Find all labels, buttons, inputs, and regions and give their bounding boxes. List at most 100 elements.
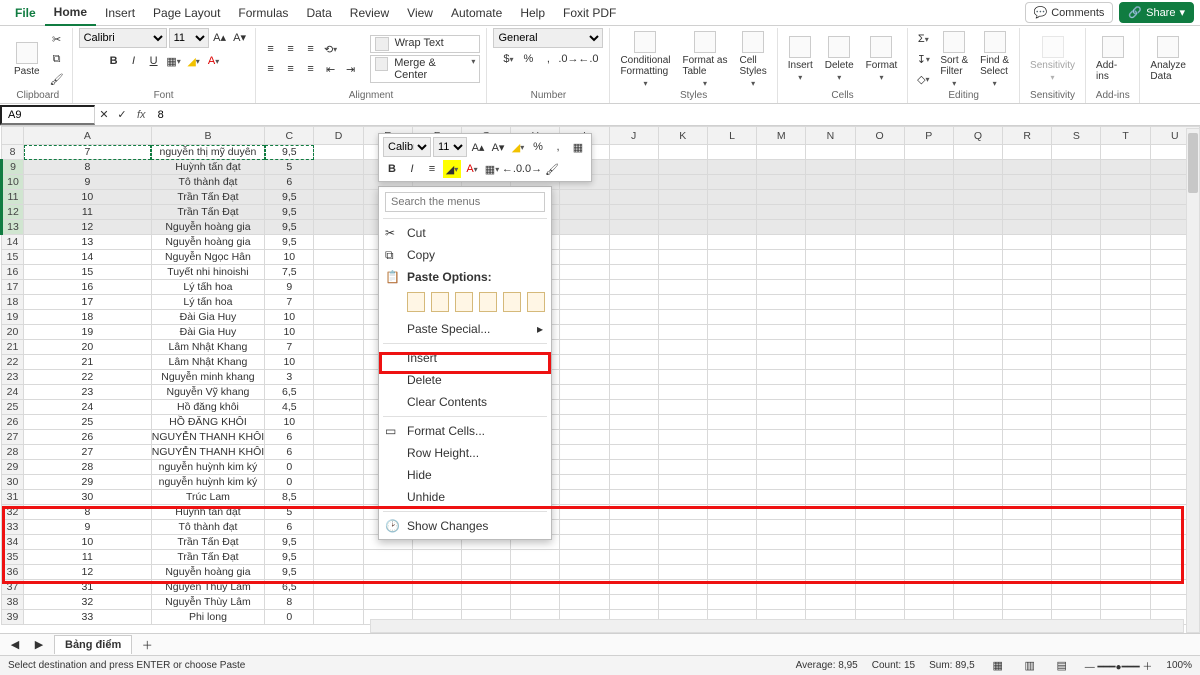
cell[interactable]: 9,5 xyxy=(265,550,314,565)
table-row[interactable]: 2928nguyễn huỳnh kim ký0 xyxy=(2,460,1200,475)
cell[interactable]: nguyễn huỳnh kim ký xyxy=(151,460,264,475)
cell[interactable] xyxy=(1052,355,1101,370)
cell[interactable] xyxy=(560,220,609,235)
cell[interactable] xyxy=(855,550,904,565)
mini-align-icon[interactable]: ≡ xyxy=(423,160,441,178)
cell[interactable] xyxy=(757,430,806,445)
cell[interactable]: 10 xyxy=(265,325,314,340)
cell[interactable] xyxy=(707,490,756,505)
paste-opt-all[interactable] xyxy=(407,292,425,312)
cell[interactable] xyxy=(904,370,953,385)
cell[interactable] xyxy=(363,580,412,595)
cell[interactable] xyxy=(1052,520,1101,535)
cell[interactable] xyxy=(658,490,707,505)
cell[interactable] xyxy=(757,220,806,235)
ctx-clear-contents[interactable]: Clear Contents xyxy=(379,391,551,413)
cell[interactable] xyxy=(855,475,904,490)
cell[interactable] xyxy=(314,400,363,415)
cell[interactable] xyxy=(904,235,953,250)
cell[interactable]: 0 xyxy=(265,475,314,490)
cell[interactable] xyxy=(806,370,855,385)
cell[interactable] xyxy=(658,595,707,610)
cell[interactable] xyxy=(314,430,363,445)
cell[interactable] xyxy=(904,415,953,430)
cell[interactable] xyxy=(806,460,855,475)
cell[interactable] xyxy=(658,535,707,550)
cell[interactable] xyxy=(953,520,1002,535)
cell[interactable] xyxy=(658,190,707,205)
cell[interactable] xyxy=(1101,235,1150,250)
font-size-select[interactable]: 11 xyxy=(169,28,209,48)
cell[interactable] xyxy=(658,280,707,295)
cell[interactable] xyxy=(1052,550,1101,565)
cell[interactable] xyxy=(1052,430,1101,445)
cell[interactable] xyxy=(757,385,806,400)
cell[interactable] xyxy=(707,535,756,550)
row-header[interactable]: 22 xyxy=(2,355,24,370)
view-page-layout-icon[interactable]: ▥ xyxy=(1021,657,1039,675)
tab-insert[interactable]: Insert xyxy=(96,1,144,25)
col-header[interactable]: O xyxy=(855,127,904,145)
cell[interactable] xyxy=(560,250,609,265)
cell[interactable] xyxy=(1003,355,1052,370)
cell[interactable] xyxy=(1052,565,1101,580)
table-row[interactable]: 3130Trúc Lam8,5 xyxy=(2,490,1200,505)
cell[interactable] xyxy=(1003,385,1052,400)
cell[interactable] xyxy=(1101,145,1150,160)
cell[interactable]: Trần Tấn Đạt xyxy=(151,550,264,565)
cell[interactable] xyxy=(609,235,658,250)
sheet-prev-icon[interactable]: ◀ xyxy=(6,636,24,654)
cell[interactable]: 13 xyxy=(24,235,152,250)
col-header[interactable]: T xyxy=(1101,127,1150,145)
cell[interactable] xyxy=(314,235,363,250)
cell[interactable] xyxy=(855,520,904,535)
cell[interactable]: Lâm Nhật Khang xyxy=(151,355,264,370)
cell[interactable] xyxy=(609,430,658,445)
cell[interactable] xyxy=(1003,460,1052,475)
cell[interactable] xyxy=(707,595,756,610)
cell[interactable] xyxy=(658,250,707,265)
row-header[interactable]: 28 xyxy=(2,445,24,460)
cell[interactable] xyxy=(904,445,953,460)
cell[interactable] xyxy=(1003,280,1052,295)
cell[interactable] xyxy=(904,175,953,190)
cell[interactable] xyxy=(757,250,806,265)
cell[interactable] xyxy=(658,385,707,400)
cell[interactable] xyxy=(953,235,1002,250)
cell[interactable]: 6 xyxy=(265,520,314,535)
table-row[interactable]: 87nguyễn thị mỹ duyên9,5 xyxy=(2,145,1200,160)
cell[interactable] xyxy=(1101,190,1150,205)
row-header[interactable]: 13 xyxy=(2,220,24,235)
mini-percent-icon[interactable]: % xyxy=(529,138,547,156)
cell[interactable]: 22 xyxy=(24,370,152,385)
cell[interactable] xyxy=(707,310,756,325)
increase-font-icon[interactable]: A▴ xyxy=(211,28,229,46)
cell[interactable] xyxy=(806,295,855,310)
cell[interactable] xyxy=(855,280,904,295)
cell[interactable] xyxy=(1101,310,1150,325)
cell[interactable] xyxy=(707,190,756,205)
cell[interactable] xyxy=(806,280,855,295)
mini-italic-icon[interactable]: I xyxy=(403,160,421,178)
cell[interactable] xyxy=(953,220,1002,235)
cell[interactable] xyxy=(609,295,658,310)
cell[interactable] xyxy=(560,340,609,355)
cell[interactable] xyxy=(658,325,707,340)
cell[interactable] xyxy=(1003,220,1052,235)
cell[interactable] xyxy=(462,550,511,565)
cell[interactable] xyxy=(1101,175,1150,190)
col-header[interactable]: C xyxy=(265,127,314,145)
ctx-show-changes[interactable]: 🕑Show Changes xyxy=(379,515,551,537)
cell[interactable] xyxy=(1101,160,1150,175)
cell[interactable] xyxy=(1003,445,1052,460)
cell[interactable]: 10 xyxy=(24,190,152,205)
cell[interactable] xyxy=(757,475,806,490)
tab-foxit[interactable]: Foxit PDF xyxy=(554,1,625,25)
cell[interactable] xyxy=(1003,400,1052,415)
cell[interactable] xyxy=(757,145,806,160)
cell[interactable] xyxy=(609,355,658,370)
cell[interactable] xyxy=(707,520,756,535)
cell[interactable] xyxy=(560,475,609,490)
cell[interactable] xyxy=(806,145,855,160)
cell[interactable] xyxy=(314,355,363,370)
